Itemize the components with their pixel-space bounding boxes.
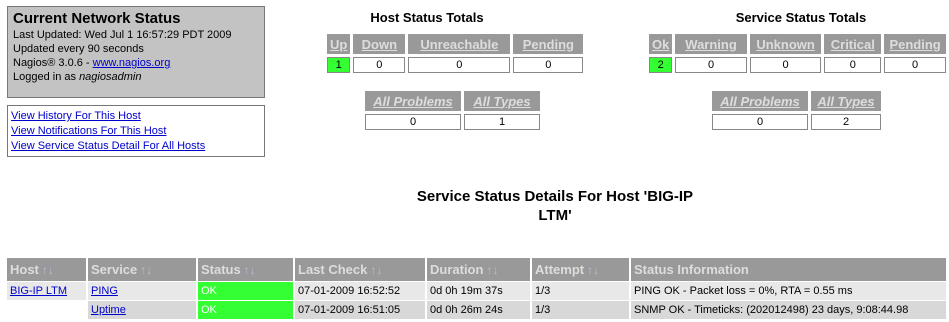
network-status-box: Current Network Status Last Updated: Wed… (7, 6, 265, 98)
host-cell (7, 300, 88, 319)
service-totals-table: Ok Warning Unknown Critical Pending 2 0 … (646, 31, 949, 76)
host-problems-table: All Problems All Types 0 1 (362, 88, 543, 133)
service-link[interactable]: Uptime (91, 304, 126, 316)
duration-cell: 0d 0h 19m 37s (426, 281, 532, 301)
sort-last-check-icon[interactable]: ↑↓ (370, 263, 382, 277)
update-interval: Updated every 90 seconds (13, 43, 144, 55)
service-critical-header[interactable]: Critical (824, 34, 882, 54)
host-up-header[interactable]: Up (327, 34, 351, 54)
host-link[interactable]: BIG-IP LTM (10, 285, 67, 297)
host-cell: BIG-IP LTM (7, 281, 88, 301)
service-warning-header[interactable]: Warning (675, 34, 747, 54)
service-all-problems-header[interactable]: All Problems (712, 91, 808, 111)
service-ok-header[interactable]: Ok (649, 34, 673, 54)
col-attempt: Attempt ↑↓ (531, 258, 631, 282)
status-title: Current Network Status (13, 10, 181, 27)
status-info-cell: SNMP OK - Timeticks: (202012498) 23 days… (630, 300, 948, 319)
service-unknown-header[interactable]: Unknown (749, 34, 822, 54)
host-all-problems-header[interactable]: All Problems (365, 91, 461, 111)
service-critical-count: 0 (824, 57, 882, 73)
view-history-link[interactable]: View History For This Host (11, 109, 261, 124)
sort-status-icon[interactable]: ↑↓ (244, 263, 256, 277)
service-totals-title: Service Status Totals (735, 10, 867, 25)
version-line: Nagios® 3.0.6 - www.nagios.org (13, 56, 259, 70)
service-all-problems-count: 0 (712, 114, 808, 130)
host-all-types-header[interactable]: All Types (464, 91, 540, 111)
duration-cell: 0d 0h 26m 24s (426, 300, 532, 319)
sort-attempt-icon[interactable]: ↑↓ (587, 263, 599, 277)
service-pending-header[interactable]: Pending (884, 34, 946, 54)
page-title-line1: Service Status Details For Host 'BIG-IP (416, 188, 694, 205)
view-service-detail-link[interactable]: View Service Status Detail For All Hosts (11, 139, 261, 154)
host-pending-count: 0 (513, 57, 584, 73)
view-notifications-link[interactable]: View Notifications For This Host (11, 124, 261, 139)
host-all-problems-count: 0 (365, 114, 461, 130)
sort-service-icon[interactable]: ↑↓ (140, 263, 152, 277)
col-status: Status ↑↓ (197, 258, 295, 282)
service-warning-count: 0 (675, 57, 747, 73)
host-unreachable-count: 0 (408, 57, 511, 73)
last-updated: Last Updated: Wed Jul 1 16:57:29 PDT 200… (13, 29, 232, 41)
service-unknown-count: 0 (749, 57, 822, 73)
host-down-header[interactable]: Down (353, 34, 406, 54)
service-status-table: Host ↑↓ Service ↑↓ Status ↑↓ Last Check ↑↓ D… (7, 258, 948, 319)
last-check-cell: 07-01-2009 16:51:05 (294, 300, 427, 319)
service-ok-count: 2 (649, 57, 673, 73)
status-cell: OK (197, 281, 295, 301)
service-cell: PING (87, 281, 198, 301)
last-check-cell: 07-01-2009 16:52:52 (294, 281, 427, 301)
service-pending-count: 0 (884, 57, 946, 73)
table-header-row: Host ↑↓ Service ↑↓ Status ↑↓ Last Check ↑↓ D… (7, 258, 948, 282)
username: nagiosadmin (79, 71, 142, 83)
host-totals-table: Up Down Unreachable Pending 1 0 0 0 (324, 31, 586, 76)
table-row: Uptime OK 07-01-2009 16:51:05 0d 0h 26m … (7, 300, 948, 319)
service-cell: Uptime (87, 300, 198, 319)
host-totals-title: Host Status Totals (370, 10, 484, 25)
service-all-types-header[interactable]: All Types (811, 91, 881, 111)
host-all-types-count: 1 (464, 114, 540, 130)
host-links-box: View History For This Host View Notifica… (7, 105, 265, 157)
col-service: Service ↑↓ (87, 258, 198, 282)
attempt-cell: 1/3 (531, 281, 631, 301)
host-up-count: 1 (327, 57, 351, 73)
service-all-types-count: 2 (811, 114, 881, 130)
attempt-cell: 1/3 (531, 300, 631, 319)
col-status-info: Status Information (630, 258, 948, 282)
col-host: Host ↑↓ (7, 258, 88, 282)
col-duration: Duration ↑↓ (426, 258, 532, 282)
service-link[interactable]: PING (91, 285, 118, 297)
sort-duration-icon[interactable]: ↑↓ (486, 263, 498, 277)
host-pending-header[interactable]: Pending (513, 34, 584, 54)
status-cell: OK (197, 300, 295, 319)
nagios-link[interactable]: www.nagios.org (93, 57, 171, 69)
logged-in-line: Logged in as nagiosadmin (13, 70, 259, 84)
logged-in-text: Logged in as (13, 71, 80, 83)
page-title-line2: LTM' (538, 207, 572, 224)
status-info-cell: PING OK - Packet loss = 0%, RTA = 0.55 m… (630, 281, 948, 301)
sort-host-icon[interactable]: ↑↓ (42, 263, 54, 277)
host-down-count: 0 (353, 57, 406, 73)
table-row: BIG-IP LTM PING OK 07-01-2009 16:52:52 0… (7, 281, 948, 301)
page-title: Service Status Details For Host 'BIG-IP … (345, 187, 765, 225)
host-unreachable-header[interactable]: Unreachable (408, 34, 511, 54)
col-last-check: Last Check ↑↓ (294, 258, 427, 282)
service-problems-table: All Problems All Types 0 2 (709, 88, 884, 133)
version-text: Nagios® 3.0.6 - (13, 57, 93, 69)
